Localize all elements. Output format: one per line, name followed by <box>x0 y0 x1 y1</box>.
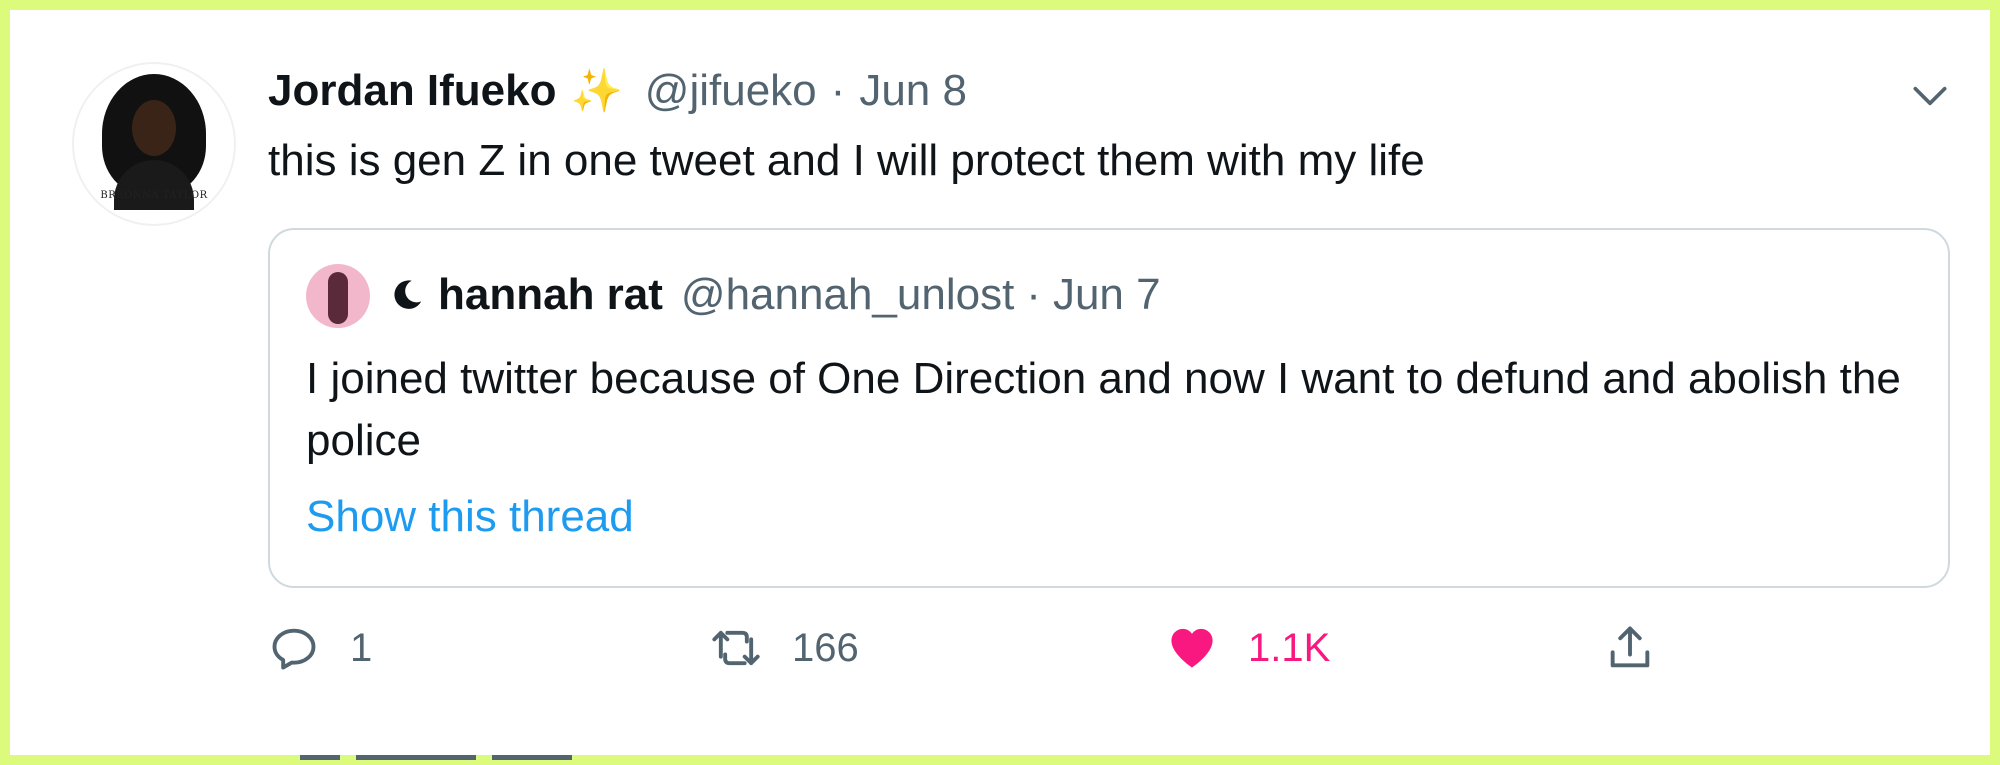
tweet-actions: 1 166 1.1K <box>268 622 1768 682</box>
like-count: 1.1K <box>1248 625 1331 670</box>
quoted-tweet-text: I joined twitter because of One Directio… <box>306 354 1901 465</box>
moon-icon <box>394 280 422 309</box>
chevron-down-icon[interactable] <box>1908 74 1952 118</box>
author-handle[interactable]: @jifueko <box>645 66 817 116</box>
screenshot-frame: BREONNA TAYLOR Jordan Ifueko ✨ @jifueko … <box>0 0 2000 765</box>
avatar-caption: BREONNA TAYLOR <box>100 190 208 201</box>
avatar-face <box>132 100 176 156</box>
show-thread-link[interactable]: Show this thread <box>306 492 634 542</box>
reply-icon <box>272 628 316 670</box>
retweet-icon <box>712 630 760 666</box>
retweet-button[interactable]: 166 <box>710 622 859 674</box>
author-name[interactable]: Jordan Ifueko <box>268 66 557 116</box>
separator-dot: · <box>830 66 846 115</box>
cropped-next-row <box>300 755 572 760</box>
reply-button[interactable]: 1 <box>268 622 372 674</box>
tweet-date[interactable]: Jun 8 <box>859 66 967 116</box>
tweet-header: Jordan Ifueko ✨ @jifueko · Jun 8 <box>268 66 967 116</box>
tweet-text: this is gen Z in one tweet and I will pr… <box>268 136 1425 185</box>
quoted-author-avatar <box>306 264 370 328</box>
sparkles-icon: ✨ <box>570 67 623 114</box>
like-button[interactable]: 1.1K <box>1166 622 1330 674</box>
quoted-tweet-card[interactable]: hannah rat @hannah_unlost · Jun 7 I join… <box>268 228 1950 588</box>
retweet-count: 166 <box>792 625 859 670</box>
quoted-separator-dot: · <box>1026 270 1041 319</box>
quoted-avatar-figure <box>328 272 348 324</box>
quoted-tweet-header: hannah rat @hannah_unlost · Jun 7 <box>388 270 1161 320</box>
share-icon <box>1610 626 1650 668</box>
quoted-tweet-date: Jun 7 <box>1052 270 1161 319</box>
quoted-author-handle: @hannah_unlost <box>680 270 1015 319</box>
reply-count: 1 <box>350 625 373 670</box>
quoted-author-name: hannah rat <box>438 270 663 319</box>
heart-icon <box>1171 628 1213 668</box>
share-button[interactable] <box>1604 622 1656 674</box>
author-avatar[interactable]: BREONNA TAYLOR <box>72 62 236 226</box>
